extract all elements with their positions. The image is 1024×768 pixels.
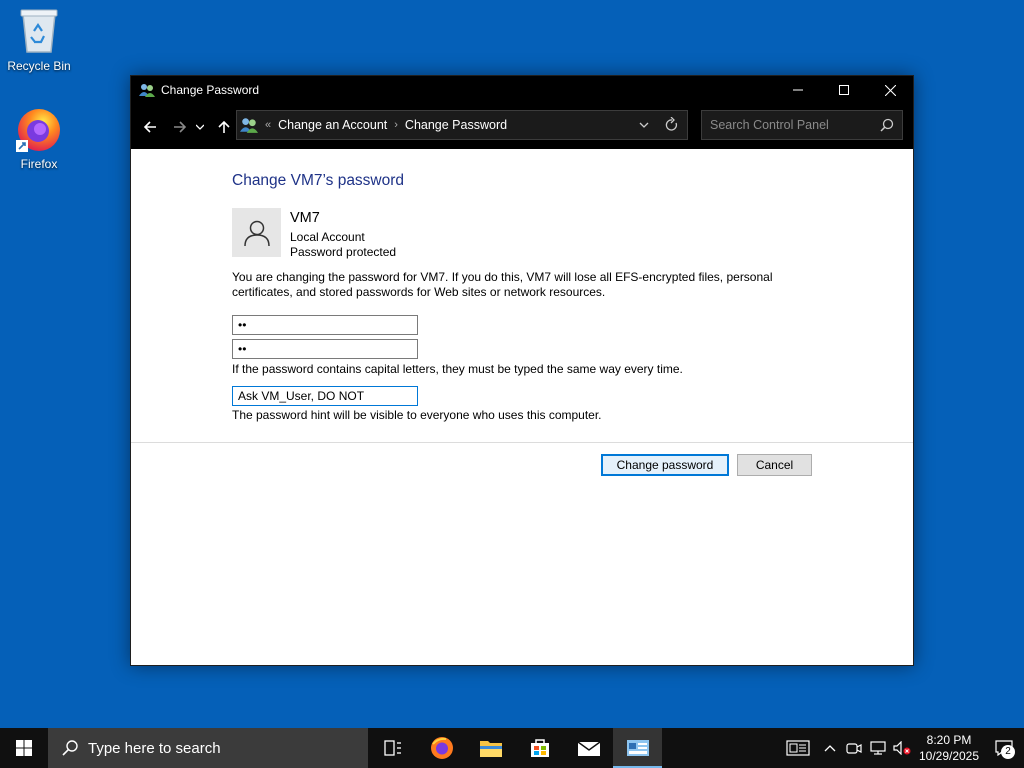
confirm-password-field[interactable] bbox=[232, 339, 418, 359]
user-icon bbox=[243, 220, 270, 246]
address-bar[interactable]: « Change an Account › Change Password bbox=[236, 110, 688, 140]
change-password-window: Change Password « Change an Account › Ch… bbox=[130, 75, 914, 666]
volume-button[interactable] bbox=[890, 728, 914, 768]
back-button[interactable] bbox=[140, 117, 160, 137]
taskbar-control-panel[interactable] bbox=[613, 728, 662, 768]
arrow-up-icon bbox=[218, 120, 230, 133]
breadcrumb-change-password[interactable]: Change Password bbox=[405, 118, 507, 132]
close-icon bbox=[884, 84, 896, 96]
taskbar-firefox[interactable] bbox=[417, 728, 466, 768]
forward-button[interactable] bbox=[170, 117, 190, 137]
taskbar-search-box[interactable]: Type here to search bbox=[48, 728, 368, 768]
taskbar-file-explorer[interactable] bbox=[466, 728, 515, 768]
change-password-button[interactable]: Change password bbox=[601, 454, 729, 476]
camera-icon bbox=[846, 743, 862, 754]
firefox-label: Firefox bbox=[20, 157, 58, 171]
recycle-bin-icon bbox=[20, 9, 58, 53]
arrow-right-icon bbox=[174, 121, 187, 133]
title-bar[interactable]: Change Password bbox=[131, 76, 913, 104]
show-hidden-icons-button[interactable] bbox=[818, 728, 842, 768]
search-box[interactable] bbox=[701, 110, 903, 140]
breadcrumb-overflow[interactable]: « bbox=[265, 119, 271, 131]
taskbar-mail[interactable] bbox=[564, 728, 613, 768]
recent-locations-button[interactable] bbox=[193, 117, 207, 137]
capital-letters-note: If the password contains capital letters… bbox=[232, 362, 683, 376]
file-explorer-icon bbox=[479, 741, 502, 757]
up-button[interactable] bbox=[214, 117, 234, 137]
password-hint-note: The password hint will be visible to eve… bbox=[232, 408, 602, 422]
breadcrumb-separator-icon[interactable]: › bbox=[394, 119, 398, 131]
task-view-button[interactable] bbox=[368, 728, 417, 768]
firefox-shortcut[interactable]: Firefox bbox=[1, 104, 77, 171]
avatar bbox=[232, 208, 281, 257]
search-icon[interactable] bbox=[880, 118, 894, 132]
user-accounts-icon bbox=[240, 118, 258, 133]
page-title: Change VM7’s password bbox=[232, 172, 405, 189]
volume-muted-icon bbox=[893, 741, 911, 755]
arrow-left-icon bbox=[143, 121, 156, 133]
recycle-bin-shortcut[interactable]: Recycle Bin bbox=[1, 6, 77, 73]
navigation-bar: « Change an Account › Change Password bbox=[131, 104, 913, 149]
control-panel-icon bbox=[626, 740, 649, 756]
action-center-button[interactable]: 2 bbox=[984, 728, 1024, 768]
password-hint-field[interactable] bbox=[232, 386, 418, 406]
start-button[interactable] bbox=[0, 728, 48, 768]
network-button[interactable] bbox=[866, 728, 890, 768]
minimize-icon bbox=[793, 89, 803, 91]
account-status: Password protected bbox=[290, 245, 397, 259]
news-icon bbox=[786, 740, 810, 756]
content-pane: Change VM7’s password VM7 Local Account … bbox=[131, 149, 913, 665]
chevron-down-icon[interactable] bbox=[639, 118, 649, 132]
window-title: Change Password bbox=[161, 83, 260, 97]
taskbar-search-placeholder: Type here to search bbox=[88, 739, 221, 757]
taskbar: Type here to search 8:20 PM 10/29/2025 2 bbox=[0, 728, 1024, 768]
system-tray: 8:20 PM 10/29/2025 2 bbox=[778, 728, 1024, 768]
divider bbox=[131, 442, 913, 443]
maximize-button[interactable] bbox=[821, 76, 867, 104]
minimize-button[interactable] bbox=[775, 76, 821, 104]
cancel-button[interactable]: Cancel bbox=[737, 454, 812, 476]
maximize-icon bbox=[839, 85, 849, 95]
account-name: VM7 bbox=[290, 210, 320, 226]
recycle-bin-label: Recycle Bin bbox=[7, 59, 71, 73]
windows-logo-icon bbox=[16, 740, 32, 756]
search-control-panel-input[interactable] bbox=[702, 118, 872, 132]
search-icon bbox=[62, 740, 78, 756]
new-password-field[interactable] bbox=[232, 315, 418, 335]
taskbar-store[interactable] bbox=[515, 728, 564, 768]
close-button[interactable] bbox=[867, 76, 913, 104]
breadcrumb-change-an-account[interactable]: Change an Account bbox=[278, 118, 387, 132]
network-icon bbox=[870, 741, 886, 755]
firefox-icon bbox=[16, 109, 60, 152]
account-type: Local Account bbox=[290, 230, 365, 244]
mail-icon bbox=[577, 741, 600, 756]
meet-now-button[interactable] bbox=[842, 728, 866, 768]
notification-count-badge: 2 bbox=[1001, 745, 1015, 759]
store-icon bbox=[530, 739, 549, 757]
news-widget-button[interactable] bbox=[778, 728, 818, 768]
chevron-down-icon bbox=[196, 124, 204, 130]
clock[interactable]: 8:20 PM 10/29/2025 bbox=[914, 732, 984, 764]
chevron-up-icon bbox=[824, 745, 836, 752]
refresh-icon[interactable] bbox=[665, 117, 679, 133]
firefox-icon bbox=[430, 737, 453, 759]
task-view-icon bbox=[383, 740, 401, 756]
user-accounts-icon bbox=[139, 84, 155, 97]
warning-text: You are changing the password for VM7. I… bbox=[232, 270, 773, 299]
clock-time: 8:20 PM bbox=[926, 733, 972, 747]
clock-date: 10/29/2025 bbox=[918, 749, 980, 763]
